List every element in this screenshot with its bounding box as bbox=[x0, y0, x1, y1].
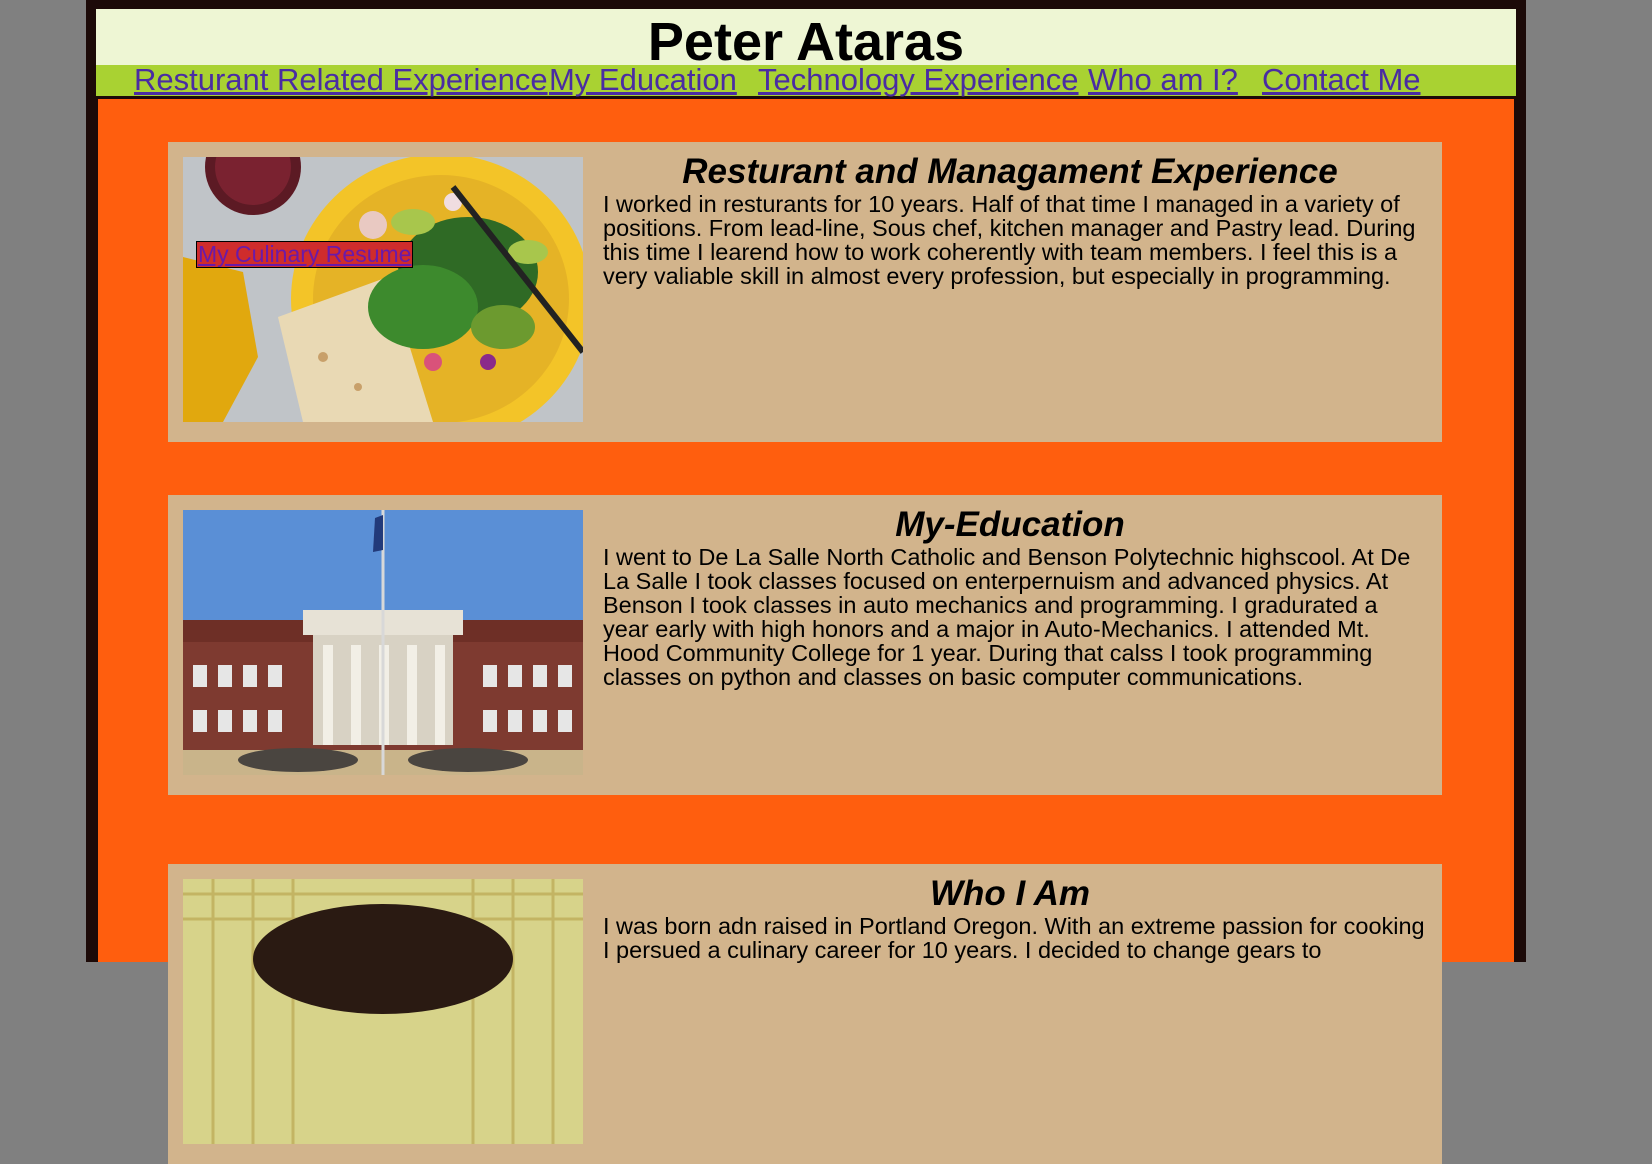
nav-link-resturant-experience[interactable]: Resturant Related Experience bbox=[134, 62, 548, 98]
section-body-restaurant: I worked in resturants for 10 years. Hal… bbox=[603, 191, 1416, 289]
section-heading-education: My-Education bbox=[895, 505, 1125, 544]
nav-link-contact-me[interactable]: Contact Me bbox=[1262, 62, 1421, 98]
section-body-education: I went to De La Salle North Catholic and… bbox=[603, 544, 1411, 690]
top-nav: Resturant Related Experience My Educatio… bbox=[96, 62, 1516, 98]
section-card-restaurant: My Culinary Resume Resturant and Managam… bbox=[168, 142, 1442, 442]
section-card-education: My-Education I went to De La Salle North… bbox=[168, 495, 1442, 795]
nav-link-technology-experience[interactable]: Technology Experience bbox=[758, 62, 1079, 98]
section-heading-restaurant: Resturant and Managament Experience bbox=[682, 152, 1338, 191]
food-plate-image: My Culinary Resume bbox=[183, 157, 583, 422]
nav-link-education[interactable]: My Education bbox=[549, 62, 737, 98]
section-heading-who-i-am: Who I Am bbox=[929, 874, 1091, 913]
nav-link-who-am-i[interactable]: Who am I? bbox=[1088, 62, 1238, 98]
portrait-image bbox=[183, 879, 583, 1144]
school-building-image bbox=[183, 510, 583, 775]
culinary-resume-link[interactable]: My Culinary Resume bbox=[196, 241, 414, 268]
section-card-who-i-am: Who I Am I was born adn raised in Portla… bbox=[168, 864, 1442, 1164]
section-body-who-i-am: I was born adn raised in Portland Oregon… bbox=[603, 913, 1425, 963]
site-header: Peter Ataras bbox=[96, 9, 1516, 72]
